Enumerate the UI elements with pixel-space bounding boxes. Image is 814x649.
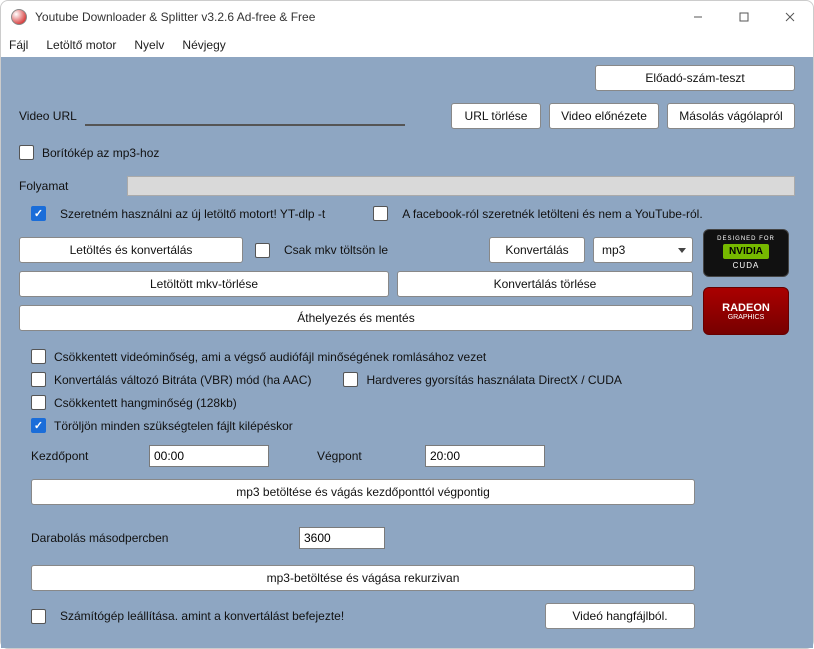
radeon-sub: GRAPHICS <box>728 314 765 321</box>
minimize-button[interactable] <box>675 1 721 33</box>
low-video-checkbox[interactable] <box>31 349 46 364</box>
nvidia-badge: DESIGNED FOR NVIDIA CUDA <box>703 229 789 277</box>
radeon-logo: RADEON <box>722 302 770 314</box>
use-new-engine-checkbox[interactable] <box>31 206 46 221</box>
low-audio-label: Csökkentett hangminőség (128kb) <box>54 396 237 410</box>
process-row: Folyamat <box>19 176 795 196</box>
menu-file[interactable]: Fájl <box>9 38 28 52</box>
shutdown-checkbox[interactable] <box>31 609 46 624</box>
split-row: Darabolás másodpercben <box>19 527 795 549</box>
delete-temp-checkbox[interactable] <box>31 418 46 433</box>
mp3-cut-row: mp3 betöltése és vágás kezdőponttól végp… <box>19 479 795 505</box>
delete-mkv-button[interactable]: Letöltött mkv-törlése <box>19 271 389 297</box>
menu-about[interactable]: Névjegy <box>182 38 225 52</box>
split-seconds-input[interactable] <box>299 527 385 549</box>
app-window: Youtube Downloader & Splitter v3.2.6 Ad-… <box>0 0 814 649</box>
mp3-recursive-row: mp3-betöltése és vágása rekurzivan <box>19 565 795 591</box>
window-controls <box>675 1 813 33</box>
convert-button[interactable]: Konvertálás <box>489 237 585 263</box>
url-row: Video URL URL törlése Video előnézete Má… <box>19 103 795 129</box>
video-url-input[interactable] <box>85 106 405 126</box>
move-save-button[interactable]: Áthelyezés és mentés <box>19 305 693 331</box>
move-row: Áthelyezés és mentés <box>19 305 693 331</box>
delete-row: Letöltött mkv-törlése Konvertálás törlés… <box>19 271 693 297</box>
delete-temp-row: Töröljön minden szükségtelen fájlt kilép… <box>19 418 795 433</box>
menu-lang[interactable]: Nyelv <box>134 38 164 52</box>
facebook-checkbox[interactable] <box>373 206 388 221</box>
nvidia-logo: NVIDIA <box>723 244 769 259</box>
download-row: Letöltés és konvertálás Csak mkv töltsön… <box>19 237 693 263</box>
progress-bar <box>127 176 795 196</box>
vbr-checkbox[interactable] <box>31 372 46 387</box>
split-seconds-label: Darabolás másodpercben <box>31 531 291 545</box>
mp3-recursive-button[interactable]: mp3-betöltése és vágása rekurzivan <box>31 565 695 591</box>
left-column: Letöltés és konvertálás Csak mkv töltsön… <box>19 229 693 335</box>
vbr-label: Konvertálás változó Bitráta (VBR) mód (h… <box>54 373 311 387</box>
url-clear-button[interactable]: URL törlése <box>451 103 541 129</box>
facebook-label: A facebook-ról szeretnék letölteni és ne… <box>402 207 702 221</box>
mp3-load-cut-button[interactable]: mp3 betöltése és vágás kezdőponttól végp… <box>31 479 695 505</box>
download-convert-button[interactable]: Letöltés és konvertálás <box>19 237 243 263</box>
hw-accel-checkbox[interactable] <box>343 372 358 387</box>
artist-test-button[interactable]: Előadó-szám-teszt <box>595 65 795 91</box>
radeon-badge: RADEON GRAPHICS <box>703 287 789 335</box>
right-column: DESIGNED FOR NVIDIA CUDA RADEON GRAPHICS <box>703 229 795 335</box>
process-label: Folyamat <box>19 179 119 193</box>
shutdown-label: Számítógép leállítása. amint a konvertál… <box>60 609 344 623</box>
video-preview-button[interactable]: Video előnézete <box>549 103 659 129</box>
low-audio-row: Csökkentett hangminőség (128kb) <box>19 395 795 410</box>
engine-row: Szeretném használni az új letöltő motort… <box>19 206 795 221</box>
video-url-label: Video URL <box>19 109 77 123</box>
end-point-label: Végpont <box>317 449 417 463</box>
low-audio-checkbox[interactable] <box>31 395 46 410</box>
hw-accel-label: Hardveres gyorsítás használata DirectX /… <box>366 373 621 387</box>
content-area: Előadó-szám-teszt Video URL URL törlése … <box>1 57 813 648</box>
low-video-label: Csökkentett videóminőség, ami a végső au… <box>54 350 486 364</box>
shutdown-row: Számítógép leállítása. amint a konvertál… <box>19 603 795 629</box>
main-controls: Letöltés és konvertálás Csak mkv töltsön… <box>19 229 795 335</box>
paste-clipboard-button[interactable]: Másolás vágólapról <box>667 103 795 129</box>
cover-mp3-checkbox[interactable] <box>19 145 34 160</box>
close-button[interactable] <box>767 1 813 33</box>
video-from-audio-button[interactable]: Videó hangfájlból. <box>545 603 695 629</box>
app-icon <box>11 9 27 25</box>
menubar: Fájl Letöltő motor Nyelv Névjegy <box>1 33 813 57</box>
format-select[interactable]: mp3 <box>593 237 693 263</box>
only-mkv-label: Csak mkv töltsön le <box>284 243 388 257</box>
delete-temp-label: Töröljön minden szükségtelen fájlt kilép… <box>54 419 293 433</box>
format-value: mp3 <box>602 243 625 257</box>
maximize-button[interactable] <box>721 1 767 33</box>
nvidia-bot: CUDA <box>733 261 760 270</box>
only-mkv-checkbox[interactable] <box>255 243 270 258</box>
start-point-label: Kezdőpont <box>31 449 141 463</box>
menu-engine[interactable]: Letöltő motor <box>46 38 116 52</box>
low-video-row: Csökkentett videóminőség, ami a végső au… <box>19 349 795 364</box>
window-title: Youtube Downloader & Splitter v3.2.6 Ad-… <box>35 10 675 24</box>
cover-mp3-label: Borítókép az mp3-hoz <box>42 146 159 160</box>
time-row: Kezdőpont Végpont <box>19 445 795 467</box>
start-point-input[interactable] <box>149 445 269 467</box>
titlebar: Youtube Downloader & Splitter v3.2.6 Ad-… <box>1 1 813 33</box>
convert-clear-button[interactable]: Konvertálás törlése <box>397 271 693 297</box>
end-point-input[interactable] <box>425 445 545 467</box>
nvidia-top: DESIGNED FOR <box>717 236 775 242</box>
cover-mp3-row: Borítókép az mp3-hoz <box>19 145 795 160</box>
use-new-engine-label: Szeretném használni az új letöltő motort… <box>60 207 325 221</box>
vbr-row: Konvertálás változó Bitráta (VBR) mód (h… <box>19 372 795 387</box>
